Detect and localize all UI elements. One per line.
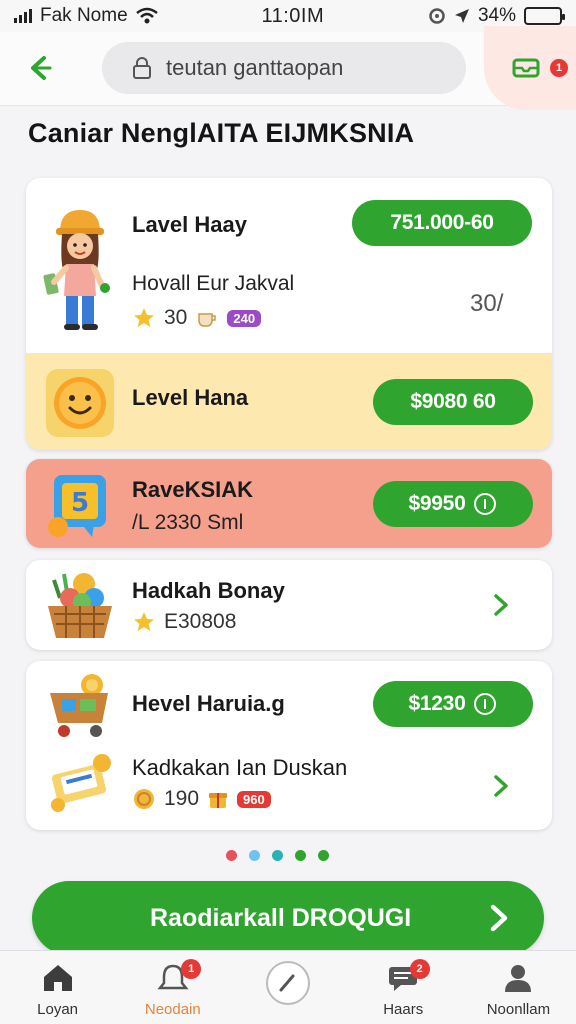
signal-icon bbox=[14, 9, 32, 23]
star-icon bbox=[134, 308, 154, 327]
user-icon bbox=[505, 965, 532, 992]
tab-label: Noonllam bbox=[486, 1001, 551, 1018]
inbox-icon bbox=[512, 58, 540, 78]
tab-label: Haars bbox=[383, 1001, 424, 1018]
top-app-bar: teutan ganttaopan 1 bbox=[0, 26, 576, 110]
gift-icon bbox=[209, 793, 228, 808]
coin-value: 190 bbox=[164, 787, 200, 810]
page-dot[interactable] bbox=[272, 850, 283, 861]
price-button[interactable]: $9950 bbox=[373, 481, 533, 527]
smiley-icon bbox=[46, 369, 114, 437]
basket-icon bbox=[48, 573, 112, 638]
notification-area: 1 bbox=[484, 26, 576, 110]
sync-icon bbox=[429, 8, 445, 24]
tab-messages[interactable]: 2 Haars bbox=[346, 951, 461, 1024]
svg-text:5: 5 bbox=[71, 488, 89, 518]
price-button[interactable]: 751.000-60 bbox=[352, 200, 532, 246]
carrier-name: Fak Nome bbox=[40, 5, 128, 26]
bottom-tab-bar: Loyan 1 Neodain 2 Haars Noonllam bbox=[0, 950, 576, 1024]
chevron-right-icon[interactable] bbox=[488, 773, 514, 799]
offer-group-card: Hevel Haruia.g $1230 Kadkakan Ian Duskan… bbox=[26, 661, 552, 830]
chevron-right-icon[interactable] bbox=[488, 592, 514, 618]
tab-badge: 1 bbox=[181, 959, 202, 979]
price-label: $9950 bbox=[408, 492, 466, 515]
item-subtitle: Hovall Eur Jakval bbox=[132, 272, 295, 295]
coin-icon bbox=[134, 789, 154, 809]
search-text: teutan ganttaopan bbox=[166, 55, 344, 80]
item-subtitle: /L 2330 Sml bbox=[132, 511, 244, 534]
tab-label: Neodain bbox=[144, 1001, 201, 1018]
price-button[interactable]: $9080 60 bbox=[373, 379, 533, 425]
item-title: Hevel Haruia.g bbox=[132, 691, 285, 716]
page-dot[interactable] bbox=[318, 850, 329, 861]
primary-action-label: Raodiarkall DROQUGI bbox=[150, 903, 412, 932]
tab-profile[interactable]: Noonllam bbox=[461, 951, 576, 1024]
item-title: Level Hana bbox=[132, 385, 249, 410]
list-item[interactable]: Lavel Haay 751.000-60 Hovall Eur Jakval … bbox=[26, 178, 552, 353]
item-title: Lavel Haay bbox=[132, 212, 247, 237]
home-icon bbox=[43, 965, 72, 991]
list-item[interactable]: Hadkah Bonay E30808 bbox=[26, 560, 552, 650]
page-dot[interactable] bbox=[249, 850, 260, 861]
page-indicator bbox=[226, 850, 329, 861]
price-label: $1230 bbox=[408, 692, 466, 715]
battery-percent: 34% bbox=[477, 5, 516, 26]
primary-action-button[interactable]: Raodiarkall DROQUGI bbox=[32, 881, 544, 955]
item-title: RaveKSIAK bbox=[132, 477, 254, 502]
clock: 11:0IM bbox=[261, 4, 325, 27]
back-button[interactable] bbox=[22, 50, 58, 86]
item-meta: 190 960 bbox=[132, 787, 271, 811]
cart-icon bbox=[50, 674, 108, 737]
battery-icon bbox=[524, 7, 565, 25]
back-arrow-icon bbox=[31, 56, 52, 80]
list-item[interactable]: Hevel Haruia.g $1230 bbox=[26, 661, 552, 745]
tab-badge: 2 bbox=[409, 959, 430, 979]
item-title: Hadkah Bonay bbox=[132, 578, 285, 603]
item-meta: 30 240 bbox=[132, 306, 262, 330]
notifications-button[interactable]: 1 bbox=[508, 46, 568, 86]
item-tag: 960 bbox=[237, 790, 271, 808]
list-item[interactable]: 5 RaveKSIAK /L 2330 Sml $9950 bbox=[26, 459, 552, 548]
search-bar[interactable]: teutan ganttaopan bbox=[102, 42, 466, 94]
wifi-icon bbox=[135, 7, 158, 24]
page-dot[interactable] bbox=[226, 850, 237, 861]
lock-icon bbox=[133, 57, 151, 79]
rating-value: 30 bbox=[164, 306, 188, 329]
list-item[interactable]: Level Hana $9080 60 bbox=[26, 353, 552, 450]
list-item[interactable]: Kadkakan Ian Duskan 190 960 bbox=[26, 745, 552, 830]
info-icon bbox=[474, 493, 497, 515]
star-icon bbox=[134, 612, 154, 631]
tab-explore[interactable] bbox=[230, 951, 345, 1024]
item-side-value: 30/ bbox=[470, 290, 504, 317]
item-tag: 240 bbox=[227, 309, 262, 327]
item-meta: E30808 bbox=[132, 610, 236, 634]
tab-label: Loyan bbox=[37, 1001, 79, 1018]
price-text: E30808 bbox=[164, 610, 237, 633]
page-title: Caniar NenglAITA EIJMKSNIA bbox=[28, 118, 415, 148]
girl-character-icon bbox=[43, 210, 110, 330]
notification-badge: 1 bbox=[550, 59, 568, 77]
info-icon bbox=[474, 693, 497, 715]
tab-home[interactable]: Loyan bbox=[0, 951, 115, 1024]
page-dot[interactable] bbox=[295, 850, 306, 861]
price-button[interactable]: $1230 bbox=[373, 681, 533, 727]
arrow-right-icon bbox=[490, 904, 508, 932]
compass-icon bbox=[266, 961, 310, 1005]
item-subtitle: Kadkakan Ian Duskan bbox=[132, 755, 348, 780]
location-arrow-icon bbox=[454, 9, 469, 23]
tab-notifications[interactable]: 1 Neodain bbox=[115, 951, 230, 1024]
cup-icon bbox=[198, 313, 217, 327]
offer-group-card: Lavel Haay 751.000-60 Hovall Eur Jakval … bbox=[26, 178, 552, 450]
ticket-icon: 5 bbox=[48, 475, 106, 537]
coupon-icon bbox=[51, 754, 111, 812]
